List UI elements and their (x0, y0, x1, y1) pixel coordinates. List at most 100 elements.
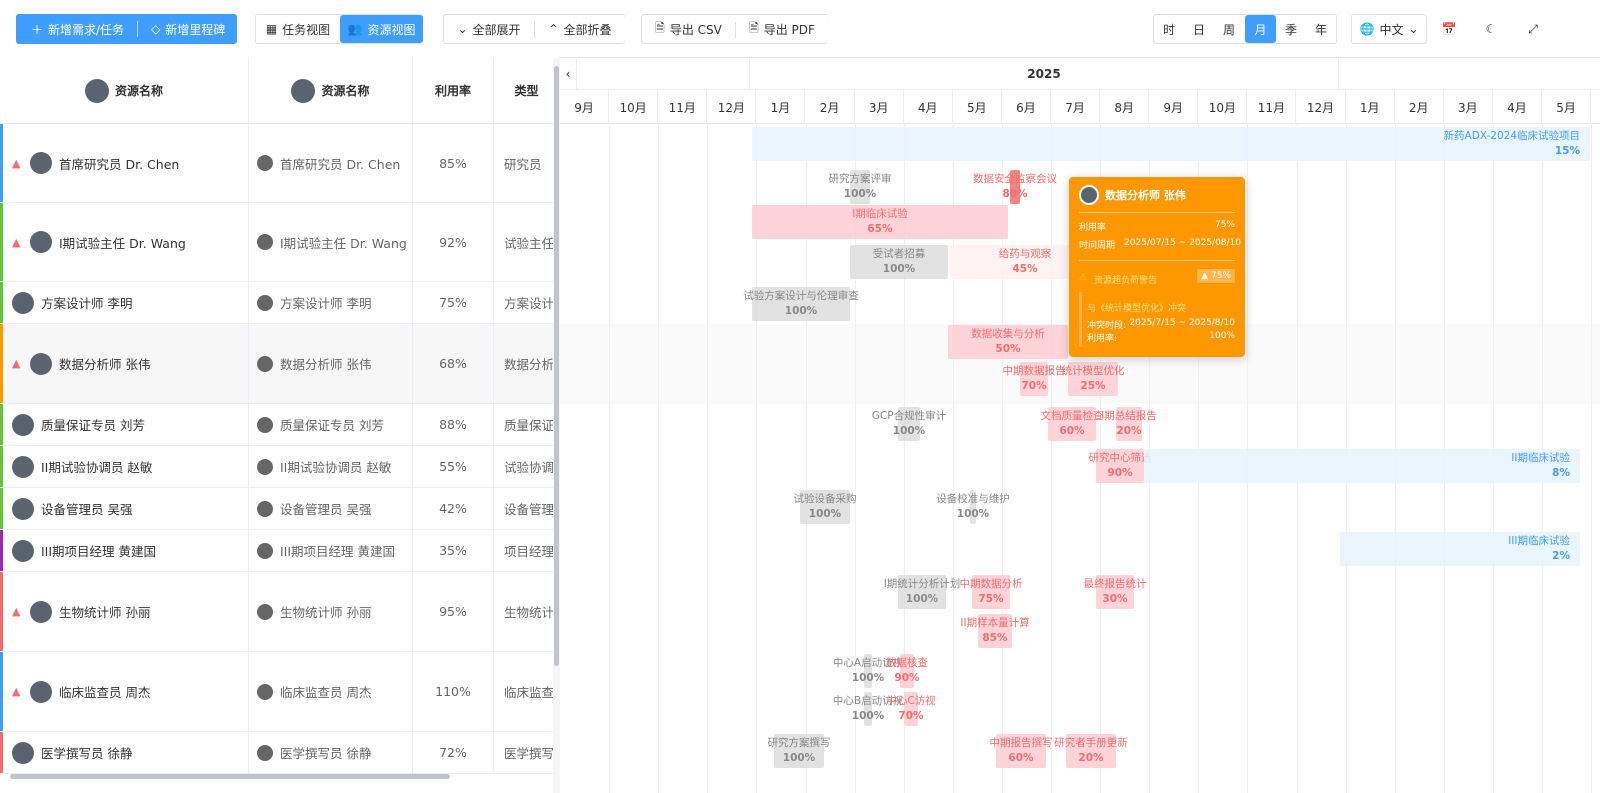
table-row[interactable]: ▲ 首席研究员 Dr. Chen 首席研究员 Dr. Chen 85% 研究员 (0, 124, 560, 203)
column-header-type[interactable]: 类型 (494, 57, 560, 124)
calendar-icon[interactable]: 📅 (1437, 14, 1461, 44)
resource-name: 临床监查员 周杰 (59, 685, 151, 700)
month-header: 9月 10月 11月 12月 1月 2月 3月 4月 5月 6月 7月 8月 9月 10月 11月 12月 1月… (560, 90, 1600, 124)
utilization-value: 68% (413, 324, 494, 403)
task-label: 数据安全监察会议 80% (973, 173, 1057, 200)
resource-type: 试验主任 (494, 203, 560, 281)
table-row[interactable]: III期项目经理 黄建国 III期项目经理 黄建国 35% 项目经理 (0, 530, 560, 572)
table-row[interactable]: ▲ 临床监查员 周杰 临床监查员 周杰 110% 临床监查 (0, 652, 560, 732)
month-cell: 2月 (1395, 90, 1444, 124)
avatar (30, 600, 52, 623)
column-header-name-2[interactable]: 资源名称 (249, 57, 413, 124)
resource-type: 项目经理 (494, 530, 560, 571)
moon-icon[interactable]: ☾ (1479, 14, 1503, 44)
scale-hour[interactable]: 时 (1154, 15, 1184, 43)
table-row[interactable]: 设备管理员 吴强 设备管理员 吴强 42% 设备管理 (0, 488, 560, 530)
resource-name-2: I期试验主任 Dr. Wang (280, 235, 407, 251)
resource-icon (257, 355, 273, 372)
utilization-value: 42% (413, 488, 494, 529)
resource-icon (257, 234, 273, 250)
utilization-value: 92% (413, 203, 494, 281)
gantt-chart: ‹ 2025 9月 10月 11月 12月 1月 2月 3月 4月 5月 6月 7月 8月 9月 10月 1… (560, 57, 1600, 793)
collapse-all-button[interactable]: ⌃ 全部折叠 (535, 15, 625, 43)
table-row[interactable]: 方案设计师 李明 方案设计师 李明 75% 方案设计 (0, 282, 560, 324)
month-cell: 7月 (1051, 90, 1101, 124)
task-label: 新药ADX-2024临床试验项目 15% (1443, 130, 1580, 157)
resource-view-button[interactable]: 👥 资源视图 (340, 15, 423, 43)
utilization-value: 75% (413, 282, 494, 323)
avatar (12, 497, 34, 520)
diamond-icon: ◇ (151, 22, 161, 36)
month-cell: 9月 (1149, 90, 1199, 124)
resource-type: 数据分析 (494, 324, 560, 403)
month-cell: 3月 (855, 90, 904, 124)
horizontal-scrollbar[interactable] (0, 772, 553, 780)
year-label: 2025 (750, 57, 1339, 90)
scale-year[interactable]: 年 (1306, 15, 1336, 43)
avatar (30, 152, 52, 174)
utilization-value: 72% (413, 732, 494, 773)
resource-type: 试验协调 (494, 446, 560, 487)
language-select[interactable]: 🌐 中文 ⌄ (1351, 14, 1427, 44)
column-header-name[interactable]: 资源名称 (0, 57, 249, 124)
resource-name: 方案设计师 李明 (41, 296, 133, 311)
scale-month[interactable]: 月 (1245, 15, 1276, 43)
expand-all-button[interactable]: ⌄ 全部展开 (444, 15, 534, 43)
table-row[interactable]: II期试验协调员 赵敏 II期试验协调员 赵敏 55% 试验协调 (0, 446, 560, 488)
fullscreen-icon[interactable]: ⤢ (1521, 14, 1545, 44)
resource-name-2: 首席研究员 Dr. Chen (280, 156, 401, 172)
resource-icon (291, 78, 316, 103)
resource-name: I期试验主任 Dr. Wang (59, 235, 186, 251)
resource-name-2: 数据分析师 张伟 (280, 357, 372, 372)
utilization-value: 55% (413, 446, 494, 487)
avatar (12, 291, 34, 314)
avatar (1079, 185, 1099, 205)
add-task-button[interactable]: ＋ 新增需求/任务 ◇ 新增里程碑 (16, 14, 237, 44)
resource-name-2: III期项目经理 黄建国 (280, 544, 396, 559)
export-csv-button[interactable]: 🗎 导出 CSV (642, 15, 735, 43)
avatar (30, 352, 52, 375)
task-label: 受试者招募 100% (872, 248, 926, 275)
avatar (30, 680, 52, 703)
resource-name-2: 设备管理员 吴强 (280, 502, 372, 517)
resource-type: 生物统计 (494, 572, 560, 651)
task-label: 研究方案评审 100% (828, 173, 892, 200)
month-cell: 4月 (1493, 90, 1542, 124)
warning-icon: ▲ (12, 156, 21, 170)
month-cell: 12月 (707, 90, 757, 124)
warning-icon: ▲ (12, 605, 21, 618)
table-row[interactable]: ▲ 生物统计师 孙丽 生物统计师 孙丽 95% 生物统计 (0, 572, 560, 652)
add-milestone-button[interactable]: 新增里程碑 (165, 21, 225, 38)
table-row[interactable]: 医学撰写员 徐静 医学撰写员 徐静 72% 医学撰写 (0, 732, 560, 774)
task-view-button[interactable]: ▦ 任务视图 (256, 15, 340, 43)
resource-type: 研究员 (494, 124, 560, 202)
resource-type: 临床监查 (494, 652, 560, 731)
resource-type: 医学撰写 (494, 732, 560, 773)
plus-icon: ＋ (31, 22, 44, 37)
warning-icon: ⚠ (1079, 273, 1088, 283)
month-cell: 10月 (609, 90, 659, 124)
resource-type: 质量保证 (494, 404, 560, 445)
month-cell: 5月 (953, 90, 1002, 124)
task-label: 数据收集与分析 50% (971, 328, 1045, 355)
resource-icon (257, 458, 273, 475)
resource-icon (257, 155, 273, 171)
table-row[interactable]: 质量保证专员 刘芳 质量保证专员 刘芳 88% 质量保证 (0, 404, 560, 446)
resource-icon (257, 542, 273, 559)
task-label: GCP合规性审计 100% (871, 410, 947, 437)
scale-quarter[interactable]: 季 (1276, 15, 1306, 43)
month-cell: 11月 (658, 90, 708, 124)
collapse-panel-icon[interactable]: ‹ (560, 57, 577, 90)
month-cell: 4月 (904, 90, 953, 124)
export-pdf-button[interactable]: 🗎 导出 PDF (736, 15, 828, 43)
scale-week[interactable]: 周 (1214, 15, 1244, 43)
task-label: 研究者手册更新 20% (1054, 737, 1128, 764)
avatar (12, 455, 34, 478)
warning-icon: ▲ (12, 235, 21, 249)
table-row[interactable]: ▲ 数据分析师 张伟 数据分析师 张伟 68% 数据分析 (0, 324, 560, 404)
resource-tooltip: 数据分析师 张伟 利用率 75% 时间周期 2025/07/15 ~ 2025/… (1069, 177, 1245, 357)
scale-day[interactable]: 日 (1184, 15, 1214, 43)
vertical-scrollbar[interactable] (553, 58, 560, 793)
column-header-utilization[interactable]: 利用率 (413, 57, 494, 124)
table-row[interactable]: ▲ I期试验主任 Dr. Wang I期试验主任 Dr. Wang 92% 试验主任 (0, 203, 560, 282)
